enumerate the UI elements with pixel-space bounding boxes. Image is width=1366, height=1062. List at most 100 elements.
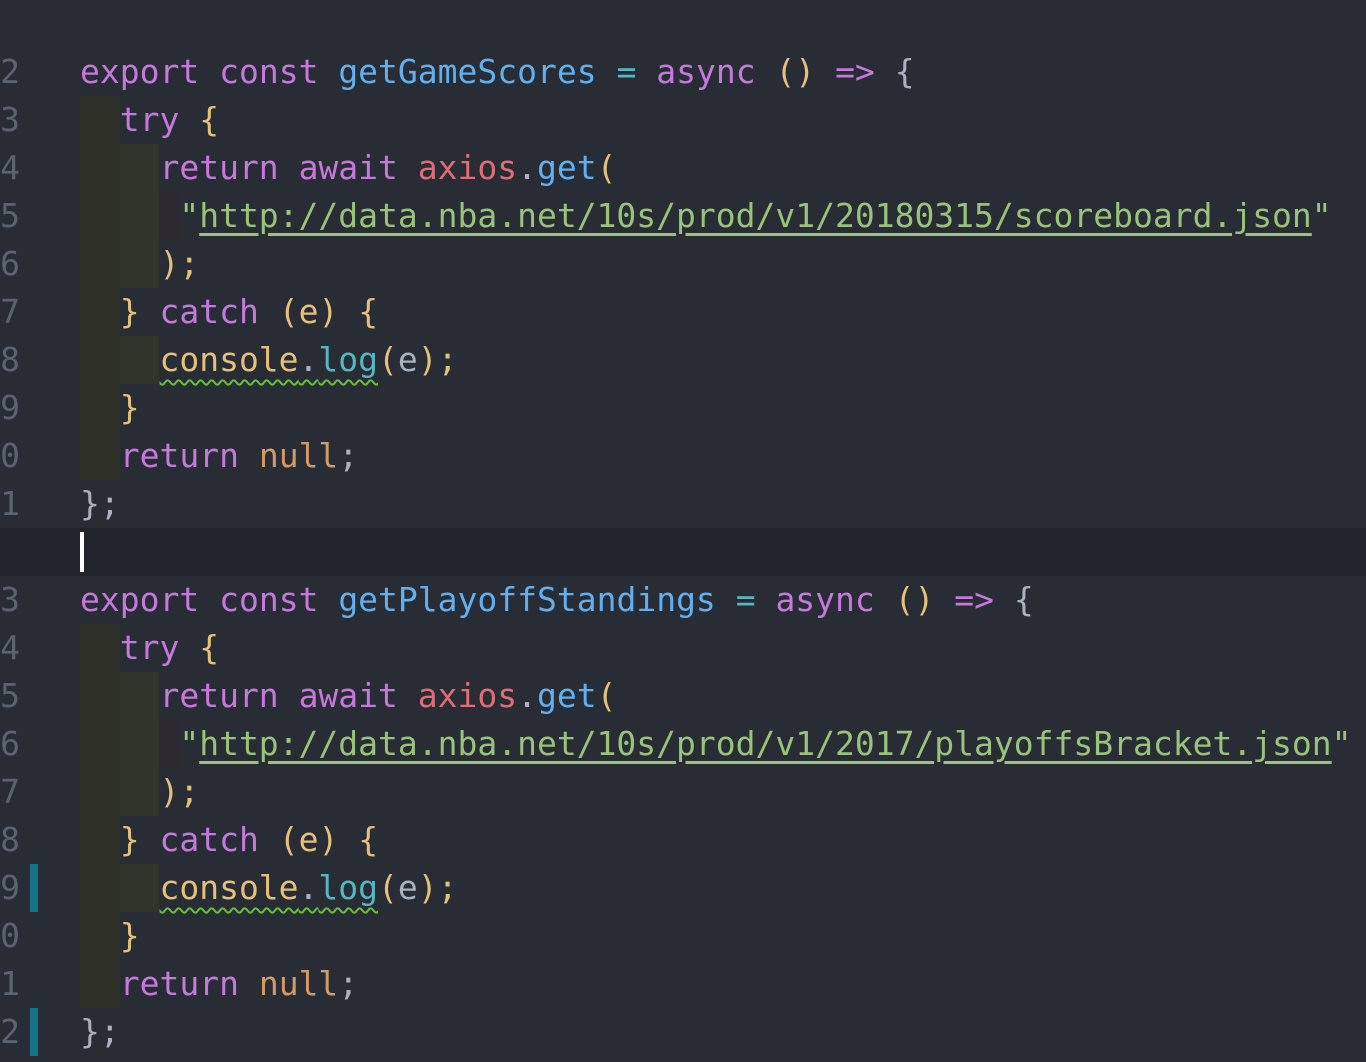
indent-guide (80, 96, 120, 144)
indent-guide (119, 720, 160, 768)
url-link[interactable]: http://data.nba.net/10s/prod/v1/20180315… (199, 196, 1312, 235)
arrow-token: => (835, 52, 875, 91)
lint-warning[interactable]: console.log (159, 868, 378, 907)
paren-token: () (894, 580, 935, 619)
brace-token: } (119, 388, 140, 427)
keyword-token: catch (159, 292, 259, 331)
keyword-token: await (298, 148, 398, 187)
identifier-token: e (397, 340, 418, 379)
dot-token: . (517, 676, 537, 715)
code-text: return await axios.get( (80, 672, 616, 720)
indent-guide (80, 960, 120, 1008)
code-text: console.log(e); (80, 864, 458, 912)
current-line[interactable]: 3 (0, 528, 1366, 619)
code-text: try { (80, 624, 219, 672)
paren-token: ); (417, 868, 458, 907)
indent-guide (119, 144, 160, 192)
code-line[interactable]: 2 (0, 0, 1366, 91)
indent-guide (80, 720, 120, 768)
code-line[interactable]: 0 console.log(e); (0, 864, 1366, 955)
code-line[interactable]: 4 try { (0, 96, 1366, 187)
code-text: try { (80, 96, 219, 144)
code-line[interactable]: 8 ); (0, 768, 1366, 859)
indent-guide (80, 336, 120, 384)
paren-token: ( (596, 676, 617, 715)
code-text: ); (80, 240, 199, 288)
code-line[interactable]: 6 "http://data.nba.net/10s/prod/v1/20180… (0, 192, 1366, 283)
keyword-token: try (119, 628, 180, 667)
code-line[interactable]: 8 } catch (e) { (0, 288, 1366, 379)
identifier-token: e (397, 868, 418, 907)
string-quote: " (179, 196, 200, 235)
code-line[interactable]: 3 export const getGameScores = async () … (0, 48, 1366, 139)
function-name: getGameScores (338, 52, 597, 91)
code-line[interactable]: 9 } catch (e) { (0, 816, 1366, 907)
keyword-token: await (298, 676, 398, 715)
indent-guide (159, 720, 180, 768)
catch-param: (e) (278, 292, 339, 331)
indent-guide (119, 864, 160, 912)
dot-token: . (517, 148, 537, 187)
git-modified-marker[interactable] (30, 1008, 38, 1056)
identifier-token: axios (417, 676, 518, 715)
operator-token: = (735, 580, 756, 619)
code-text: } (80, 912, 140, 960)
paren-token: () (775, 52, 816, 91)
brace-token: } (119, 820, 140, 859)
keyword-token: try (119, 100, 180, 139)
code-line[interactable]: 3 }; (0, 1008, 1366, 1062)
brace-token: { (1013, 580, 1034, 619)
indent-guide (80, 768, 120, 816)
code-text: } catch (e) { (80, 816, 378, 864)
code-line[interactable]: 9 console.log(e); (0, 336, 1366, 427)
brace-token: { (358, 820, 379, 859)
code-text: console.log(e); (80, 336, 458, 384)
identifier-token: axios (417, 148, 518, 187)
paren-token: ( (378, 340, 398, 379)
method-token: log (318, 868, 379, 907)
brace-token: { (199, 628, 220, 667)
method-token: get (537, 676, 597, 715)
keyword-token: catch (159, 820, 259, 859)
git-modified-marker[interactable] (30, 864, 38, 912)
indent-guide (119, 192, 160, 240)
indent-guide (80, 864, 120, 912)
code-line[interactable]: 2 }; (0, 480, 1366, 571)
brace-token: }; (80, 484, 120, 523)
code-line[interactable]: 7 ); (0, 240, 1366, 331)
code-line[interactable]: 1 } (0, 912, 1366, 1003)
url-link[interactable]: http://data.nba.net/10s/prod/v1/2017/pla… (199, 724, 1331, 763)
code-editor[interactable]: 2 3 export const getGameScores = async (… (0, 0, 1366, 1062)
indent-guide (80, 672, 120, 720)
code-line[interactable]: 6 return await axios.get( (0, 672, 1366, 763)
code-line[interactable]: 4 export const getPlayoffStandings = asy… (0, 576, 1366, 667)
identifier-token: console (159, 868, 299, 907)
code-line[interactable]: 1 return null; (0, 432, 1366, 523)
keyword-token: const (219, 52, 319, 91)
code-line[interactable]: 5 try { (0, 624, 1366, 715)
lint-warning[interactable]: console.log (159, 340, 378, 379)
code-line[interactable]: 0 } (0, 384, 1366, 475)
arrow-token: => (954, 580, 995, 619)
code-text: export const getGameScores = async () =>… (80, 48, 915, 96)
indent-guide (80, 432, 120, 480)
code-line[interactable]: 7 "http://data.nba.net/10s/prod/v1/2017/… (0, 720, 1366, 811)
paren-token: ); (159, 772, 200, 811)
indent-guide (119, 336, 160, 384)
brace-token: { (199, 100, 220, 139)
brace-token: } (119, 292, 140, 331)
indent-guide (80, 288, 120, 336)
brace-token: }; (80, 1012, 120, 1051)
function-name: getPlayoffStandings (338, 580, 716, 619)
code-line[interactable]: 2 return null; (0, 960, 1366, 1051)
code-text: } catch (e) { (80, 288, 378, 336)
line-number: 3 (0, 1056, 20, 1062)
keyword-token: return (119, 964, 239, 1003)
paren-token: ( (596, 148, 617, 187)
dot-token: . (298, 868, 319, 907)
paren-token: ( (378, 868, 398, 907)
code-line[interactable]: 5 return await axios.get( (0, 144, 1366, 235)
paren-token: ); (159, 244, 200, 283)
code-text: return null; (80, 432, 358, 480)
string-quote: " (1331, 724, 1352, 763)
